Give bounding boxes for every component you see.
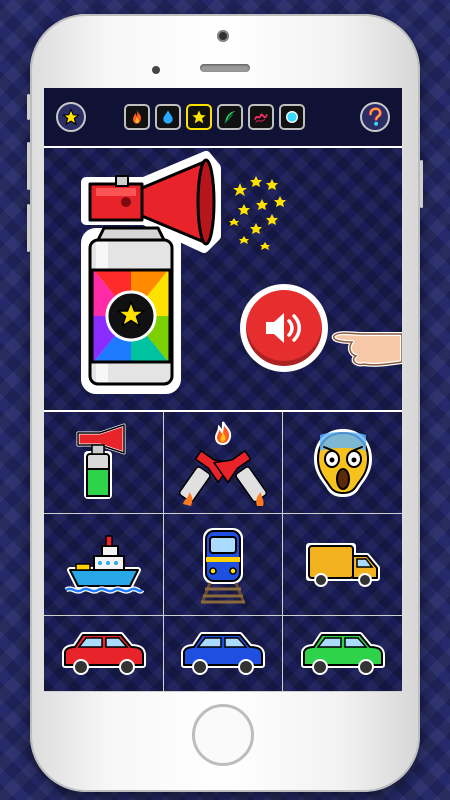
train-icon xyxy=(200,527,246,604)
truck-icon xyxy=(305,542,380,587)
home-button[interactable] xyxy=(192,704,254,766)
category-tabs xyxy=(124,104,305,130)
speaker-icon xyxy=(266,313,301,343)
pointing-hand-icon xyxy=(331,331,402,367)
sound-tile-truck[interactable] xyxy=(283,514,402,616)
play-sound-button[interactable] xyxy=(240,284,328,372)
bubble-icon xyxy=(286,111,298,123)
green-car-icon xyxy=(300,631,385,675)
tab-feather[interactable] xyxy=(217,104,243,130)
star-icon xyxy=(192,110,206,124)
tab-water[interactable] xyxy=(155,104,181,130)
sound-tile-scream-emoji[interactable] xyxy=(283,412,402,514)
sound-tile-red-car[interactable] xyxy=(44,616,164,692)
double-air-horn-fire-icon xyxy=(178,421,268,506)
volume-up-button xyxy=(27,142,30,190)
feather-icon xyxy=(224,111,236,124)
app-screen xyxy=(44,88,402,692)
hero-panel xyxy=(44,148,402,412)
tab-star[interactable] xyxy=(186,104,212,130)
ship-icon xyxy=(64,534,144,594)
red-car-icon xyxy=(61,631,146,675)
drop-icon xyxy=(163,110,173,124)
fire-icon xyxy=(133,110,142,124)
blue-car-icon xyxy=(181,631,265,675)
sound-tile-train[interactable] xyxy=(164,514,283,616)
green-air-horn-icon xyxy=(76,423,125,499)
scribble-icon xyxy=(254,113,268,123)
sound-tile-blue-car[interactable] xyxy=(164,616,283,692)
mute-switch xyxy=(27,94,30,120)
star-icon xyxy=(62,108,80,126)
earpiece-speaker xyxy=(200,64,250,72)
question-icon xyxy=(369,107,382,126)
sound-tile-double-air-horn[interactable] xyxy=(164,412,283,514)
tab-bubble[interactable] xyxy=(279,104,305,130)
hero-illustration xyxy=(81,151,402,394)
tab-fire[interactable] xyxy=(124,104,150,130)
tab-scribble[interactable] xyxy=(248,104,274,130)
screaming-face-icon xyxy=(313,428,372,497)
top-bar xyxy=(44,88,402,148)
sound-tile-ship[interactable] xyxy=(44,514,164,616)
volume-down-button xyxy=(27,204,30,252)
proximity-sensor xyxy=(152,66,160,74)
front-camera xyxy=(217,30,229,42)
play-sound-button-face xyxy=(246,290,322,366)
help-button[interactable] xyxy=(360,102,390,132)
air-horn-icon xyxy=(81,151,221,394)
sound-tile-green-car[interactable] xyxy=(283,616,402,692)
power-button xyxy=(420,160,423,208)
sound-grid xyxy=(44,412,402,692)
favorites-button[interactable] xyxy=(56,102,86,132)
sound-tile-green-air-horn[interactable] xyxy=(44,412,164,514)
